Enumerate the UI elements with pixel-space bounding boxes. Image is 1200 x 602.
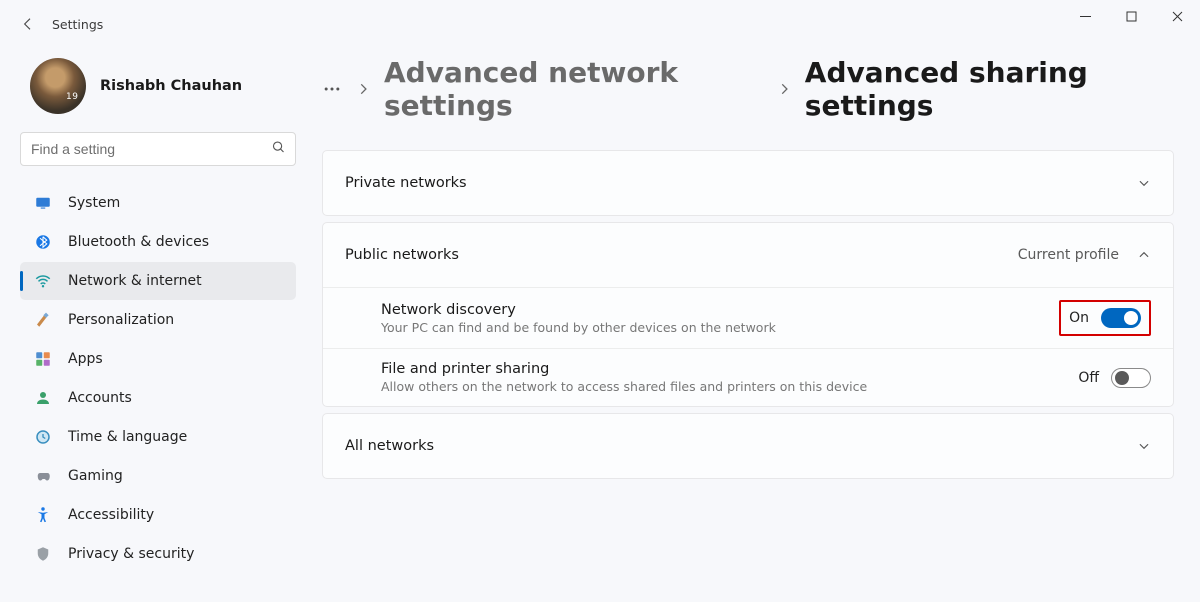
sidebar-item-label: Network & internet: [68, 273, 202, 289]
shield-icon: [34, 545, 52, 563]
apps-icon: [34, 350, 52, 368]
section-public-networks: Public networks Current profile Network …: [322, 222, 1174, 407]
expander-public-networks[interactable]: Public networks Current profile: [323, 223, 1173, 287]
bluetooth-icon: [34, 233, 52, 251]
file-printer-sharing-toggle[interactable]: [1111, 368, 1151, 388]
breadcrumb-overflow[interactable]: [322, 79, 342, 99]
sidebar-item-label: Apps: [68, 351, 103, 367]
sidebar-item-personalization[interactable]: Personalization: [20, 301, 296, 339]
sidebar-item-label: Gaming: [68, 468, 123, 484]
account-header[interactable]: Rishabh Chauhan: [20, 48, 302, 132]
sidebar-item-apps[interactable]: Apps: [20, 340, 296, 378]
sidebar-item-time[interactable]: Time & language: [20, 418, 296, 456]
sidebar-item-label: Accounts: [68, 390, 132, 406]
sidebar-item-label: Personalization: [68, 312, 174, 328]
chevron-down-icon: [1137, 439, 1151, 453]
section-title: Public networks: [345, 247, 459, 263]
person-icon: [34, 389, 52, 407]
toggle-state-label: On: [1069, 310, 1089, 326]
section-title: Private networks: [345, 175, 467, 191]
minimize-button[interactable]: [1062, 0, 1108, 32]
highlight-annotation: On: [1059, 300, 1151, 336]
sidebar-item-accounts[interactable]: Accounts: [20, 379, 296, 417]
clock-icon: [34, 428, 52, 446]
sidebar-item-system[interactable]: System: [20, 184, 296, 222]
expander-private-networks[interactable]: Private networks: [323, 151, 1173, 215]
sidebar-item-privacy[interactable]: Privacy & security: [20, 535, 296, 573]
setting-desc: Allow others on the network to access sh…: [381, 379, 1058, 394]
sidebar-item-bluetooth[interactable]: Bluetooth & devices: [20, 223, 296, 261]
sidebar: Rishabh Chauhan System Bluetooth & devic…: [0, 48, 310, 602]
sidebar-item-network[interactable]: Network & internet: [20, 262, 296, 300]
system-icon: [34, 194, 52, 212]
search-input[interactable]: [20, 132, 296, 166]
setting-desc: Your PC can find and be found by other d…: [381, 320, 1039, 335]
accessibility-icon: [34, 506, 52, 524]
expander-all-networks[interactable]: All networks: [323, 414, 1173, 478]
user-name: Rishabh Chauhan: [100, 78, 242, 94]
sidebar-item-gaming[interactable]: Gaming: [20, 457, 296, 495]
chevron-down-icon: [1137, 176, 1151, 190]
toggle-state-label: Off: [1078, 370, 1099, 386]
wifi-icon: [34, 272, 52, 290]
sidebar-item-label: Privacy & security: [68, 546, 194, 562]
sidebar-item-label: Accessibility: [68, 507, 154, 523]
chevron-right-icon: [777, 82, 791, 96]
setting-file-printer-sharing: File and printer sharing Allow others on…: [323, 348, 1173, 406]
breadcrumb-level-1[interactable]: Advanced network settings: [384, 56, 763, 122]
search-icon: [271, 140, 286, 159]
sidebar-item-label: Bluetooth & devices: [68, 234, 209, 250]
current-profile-badge: Current profile: [1018, 247, 1119, 263]
content-area: Advanced network settings Advanced shari…: [310, 48, 1200, 602]
sidebar-item-label: Time & language: [68, 429, 187, 445]
chevron-right-icon: [356, 82, 370, 96]
section-all-networks: All networks: [322, 413, 1174, 479]
section-private-networks: Private networks: [322, 150, 1174, 216]
nav-list: System Bluetooth & devices Network & int…: [20, 184, 302, 573]
sidebar-item-label: System: [68, 195, 120, 211]
titlebar: Settings: [0, 0, 1200, 48]
page-title: Advanced sharing settings: [805, 56, 1174, 122]
search-container: [20, 132, 296, 166]
maximize-button[interactable]: [1108, 0, 1154, 32]
chevron-up-icon: [1137, 248, 1151, 262]
setting-title: File and printer sharing: [381, 361, 1058, 377]
window-title: Settings: [52, 17, 103, 32]
close-button[interactable]: [1154, 0, 1200, 32]
setting-title: Network discovery: [381, 302, 1039, 318]
window-controls: [1062, 0, 1200, 32]
network-discovery-toggle[interactable]: [1101, 308, 1141, 328]
setting-network-discovery: Network discovery Your PC can find and b…: [323, 287, 1173, 348]
section-title: All networks: [345, 438, 434, 454]
paintbrush-icon: [34, 311, 52, 329]
avatar: [30, 58, 86, 114]
gamepad-icon: [34, 467, 52, 485]
back-button[interactable]: [8, 4, 48, 44]
sidebar-item-accessibility[interactable]: Accessibility: [20, 496, 296, 534]
breadcrumb: Advanced network settings Advanced shari…: [322, 56, 1174, 122]
